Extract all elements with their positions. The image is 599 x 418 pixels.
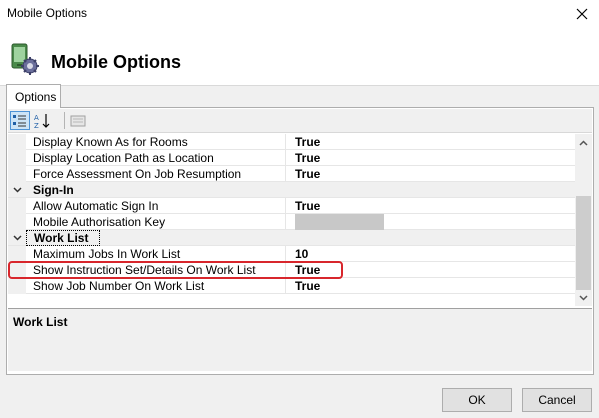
close-button[interactable] <box>565 0 599 28</box>
property-value[interactable]: True <box>285 166 575 182</box>
category-row-work-list[interactable]: Work List <box>8 230 575 246</box>
highlight-box <box>8 261 343 279</box>
svg-text:Z: Z <box>34 122 39 129</box>
title-bar: Mobile Options <box>0 0 599 28</box>
property-pages-button[interactable] <box>68 111 88 130</box>
mobile-settings-icon <box>11 43 39 75</box>
property-row[interactable]: Mobile Authorisation Key <box>8 214 575 230</box>
alphabetical-button[interactable]: A Z <box>32 111 52 130</box>
close-icon <box>576 8 588 20</box>
property-value[interactable]: True <box>285 198 575 214</box>
property-name: Maximum Jobs In Work List <box>33 247 181 261</box>
property-row[interactable]: Display Location Path as Location True <box>8 150 575 166</box>
property-name: Force Assessment On Job Resumption <box>33 167 242 181</box>
property-row[interactable]: Show Job Number On Work List True <box>8 278 575 294</box>
chevron-up-icon <box>579 139 588 146</box>
description-pane: Work List <box>8 308 592 371</box>
scroll-down-button[interactable] <box>575 289 592 306</box>
cancel-button[interactable]: Cancel <box>522 388 592 412</box>
scroll-thumb[interactable] <box>576 196 591 290</box>
svg-text:A: A <box>34 114 39 122</box>
vertical-scrollbar[interactable] <box>575 134 592 306</box>
toolbar-separator <box>64 112 65 129</box>
category-label: Work List <box>26 230 100 246</box>
property-value[interactable] <box>285 214 575 230</box>
page-title: Mobile Options <box>51 52 181 72</box>
property-name: Display Known As for Rooms <box>33 135 188 149</box>
tab-label: Options <box>15 90 57 104</box>
property-value[interactable]: 10 <box>285 246 575 262</box>
category-label: Sign-In <box>33 183 74 197</box>
property-grid-toolbar: A Z <box>8 109 592 133</box>
window-title: Mobile Options <box>7 6 88 20</box>
property-name: Display Location Path as Location <box>33 151 214 165</box>
categorized-button[interactable] <box>10 111 30 130</box>
description-title: Work List <box>13 315 68 329</box>
property-value[interactable]: True <box>285 134 575 150</box>
property-value[interactable]: True <box>285 278 575 294</box>
property-name: Show Job Number On Work List <box>33 279 205 293</box>
category-row-sign-in[interactable]: Sign-In <box>8 182 575 198</box>
property-grid: Display Known As for Rooms True Display … <box>8 134 575 306</box>
property-value[interactable]: True <box>285 150 575 166</box>
categorized-icon <box>13 114 26 126</box>
property-row[interactable]: Display Known As for Rooms True <box>8 134 575 150</box>
tab-options[interactable]: Options <box>6 84 61 108</box>
property-pages-icon <box>70 115 86 126</box>
collapse-toggle[interactable] <box>11 184 23 196</box>
chevron-down-icon <box>12 235 22 241</box>
ok-button[interactable]: OK <box>442 388 512 412</box>
masked-value <box>295 214 384 230</box>
chevron-down-icon <box>12 187 22 193</box>
collapse-toggle[interactable] <box>11 232 23 244</box>
property-row[interactable]: Allow Automatic Sign In True <box>8 198 575 214</box>
chevron-down-icon <box>579 294 588 301</box>
property-row[interactable]: Maximum Jobs In Work List 10 <box>8 246 575 262</box>
property-row[interactable]: Force Assessment On Job Resumption True <box>8 166 575 182</box>
alphabetical-sort-icon: A Z <box>34 113 50 129</box>
property-name: Allow Automatic Sign In <box>33 199 159 213</box>
dialog-header: Mobile Options <box>0 28 599 86</box>
scroll-up-button[interactable] <box>575 134 592 151</box>
property-name: Mobile Authorisation Key <box>33 215 166 229</box>
